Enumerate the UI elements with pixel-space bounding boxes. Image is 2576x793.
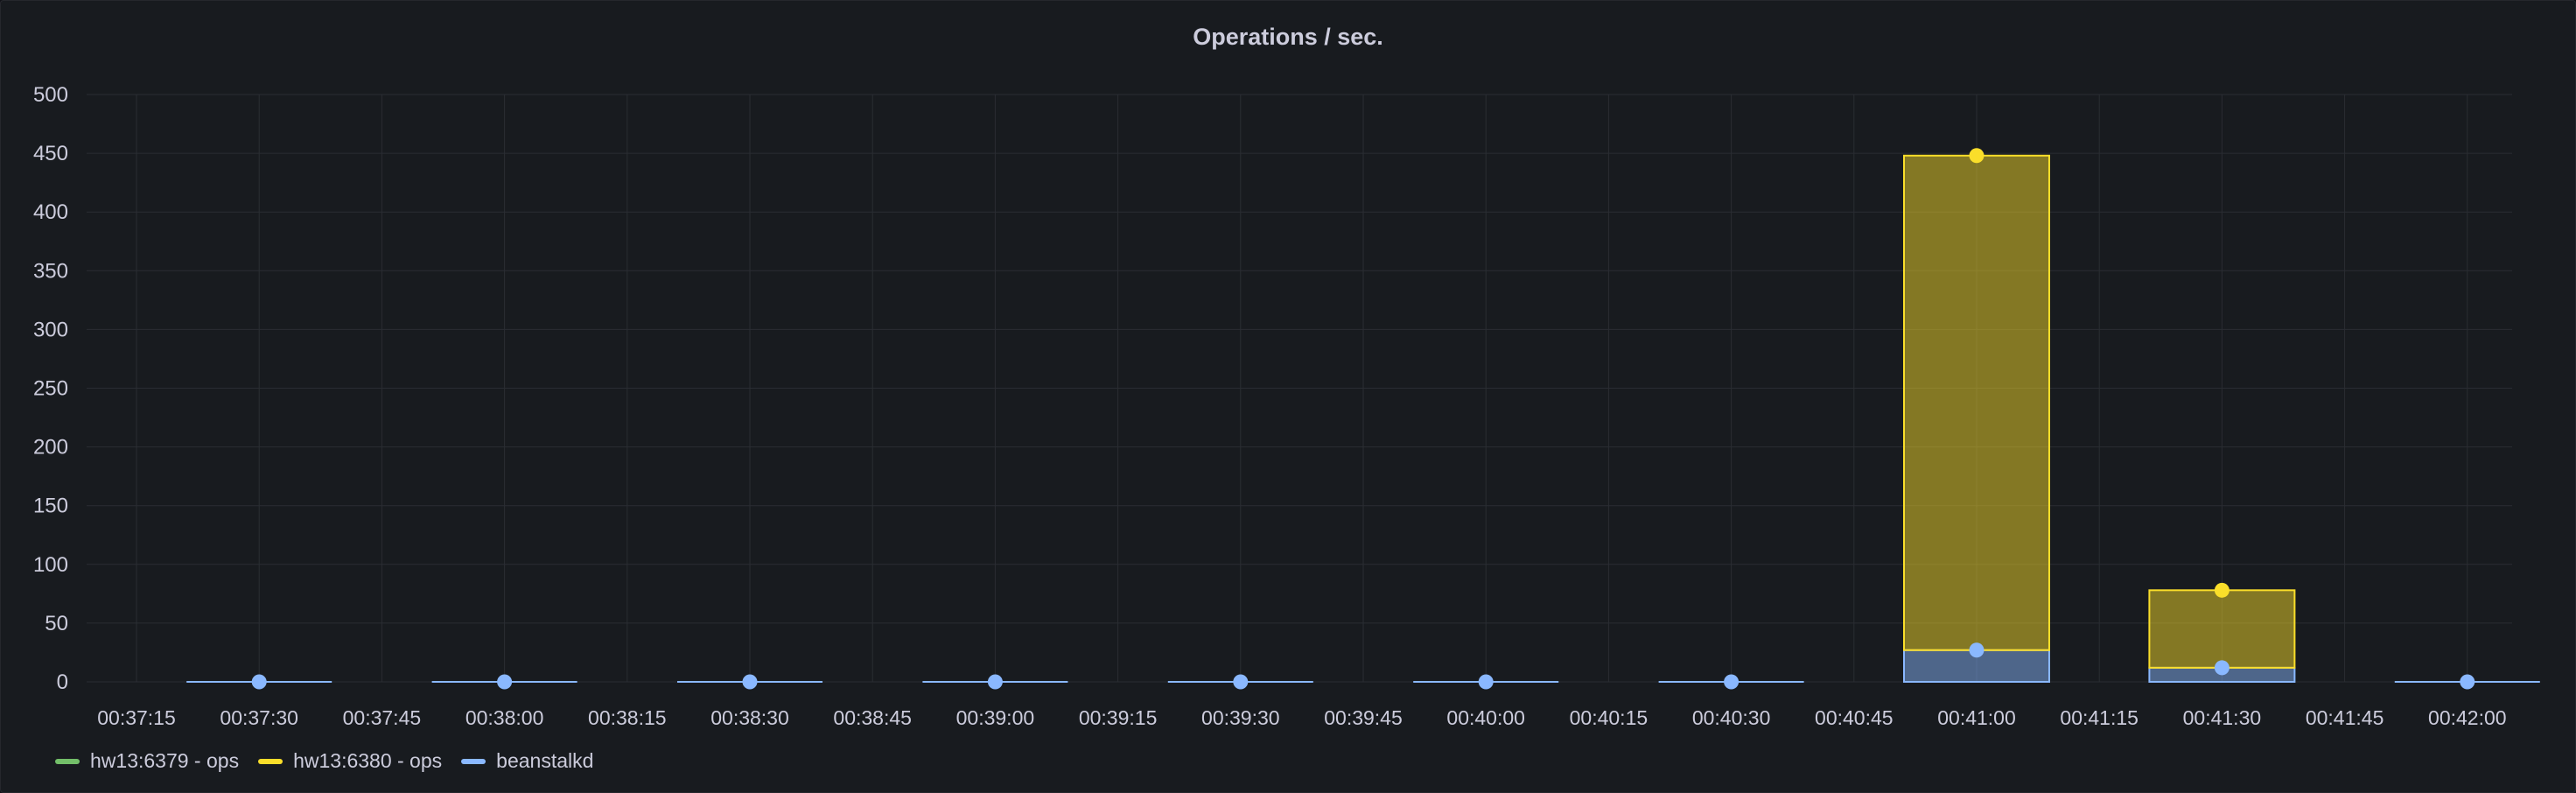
- x-tick-label: 00:41:15: [2060, 706, 2138, 729]
- data-point[interactable]: [251, 674, 267, 690]
- y-tick-label: 150: [33, 495, 68, 518]
- data-point[interactable]: [1478, 674, 1494, 690]
- x-tick-label: 00:38:00: [466, 706, 544, 729]
- legend-swatch: [461, 758, 486, 764]
- data-point[interactable]: [987, 674, 1003, 690]
- x-tick-label: 00:38:45: [833, 706, 912, 729]
- x-tick-label: 00:40:30: [1692, 706, 1771, 729]
- data-point[interactable]: [1969, 148, 1984, 164]
- legend-item[interactable]: hw13:6380 - ops: [258, 749, 442, 773]
- y-tick-label: 300: [33, 318, 68, 341]
- y-tick-label: 50: [45, 612, 68, 635]
- operations-chart: 050100150200250300350400450500 00:37:15 0…: [33, 83, 2540, 729]
- chart-panel: Operations / sec. 0 50 100 150 200 250 300 350 4…: [0, 0, 2576, 793]
- data-point[interactable]: [2214, 582, 2230, 598]
- x-tick-label: 00:39:15: [1079, 706, 1158, 729]
- legend-swatch: [55, 758, 80, 764]
- x-tick-label: 00:37:15: [97, 706, 176, 729]
- bar-segment: [2148, 589, 2296, 669]
- y-tick-label: 500: [33, 83, 68, 107]
- x-tick-label: 00:39:45: [1324, 706, 1403, 729]
- y-tick-label: 100: [33, 553, 68, 577]
- data-point[interactable]: [1969, 642, 1984, 658]
- legend-label: hw13:6380 - ops: [293, 749, 443, 772]
- data-point[interactable]: [742, 674, 758, 690]
- legend-item[interactable]: hw13:6379 - ops: [55, 749, 239, 773]
- grid-lines: [87, 94, 2512, 683]
- x-tick-label: 00:38:30: [710, 706, 789, 729]
- y-tick-label: 400: [33, 200, 68, 224]
- y-tick-label: 0: [57, 670, 68, 694]
- x-tick-label: 00:39:30: [1201, 706, 1280, 729]
- legend-label: beanstalkd: [496, 749, 594, 772]
- y-tick-label: 350: [33, 259, 68, 283]
- legend-swatch: [258, 758, 284, 764]
- x-tick-label: 00:37:45: [343, 706, 422, 729]
- y-tick-label: 200: [33, 436, 68, 460]
- y-axis: 0 50 100 150 200 250 300 350 400 450 500: [33, 83, 68, 694]
- x-tick-label: 00:39:00: [956, 706, 1035, 729]
- x-tick-label: 00:41:30: [2183, 706, 2262, 729]
- data-point[interactable]: [497, 674, 513, 690]
- y-tick-label: 450: [33, 142, 68, 165]
- x-tick-label: 00:37:30: [220, 706, 298, 729]
- y-tick-label: 250: [33, 377, 68, 401]
- x-tick-label: 00:41:45: [2306, 706, 2384, 729]
- x-tick-label: 00:41:00: [1937, 706, 2016, 729]
- data-point[interactable]: [1724, 674, 1740, 690]
- data-point[interactable]: [2460, 674, 2475, 690]
- legend: hw13:6379 - ops hw13:6380 - ops beanstalkd: [55, 749, 593, 773]
- x-tick-label: 00:40:45: [1815, 706, 1894, 729]
- data-point[interactable]: [1233, 674, 1249, 690]
- x-tick-label: 00:38:15: [588, 706, 667, 729]
- x-tick-label: 00:40:15: [1570, 706, 1648, 729]
- x-tick-label: 00:40:00: [1446, 706, 1525, 729]
- data-point[interactable]: [2214, 660, 2230, 676]
- bar-segment: [1903, 154, 2050, 651]
- legend-item[interactable]: beanstalkd: [461, 749, 593, 773]
- x-axis: 00:37:15 00:37:30 00:37:45 00:38:00 00:38:15…: [97, 706, 2506, 729]
- x-tick-label: 00:42:00: [2428, 706, 2507, 729]
- legend-label: hw13:6379 - ops: [90, 749, 240, 772]
